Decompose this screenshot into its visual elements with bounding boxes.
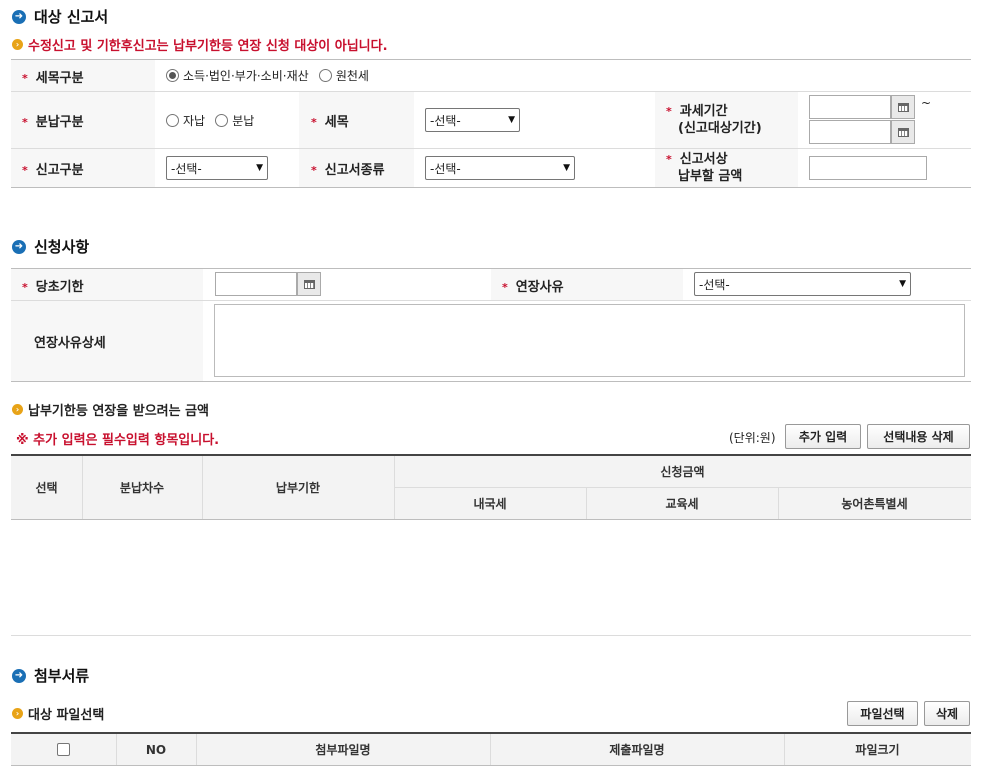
calendar-icon[interactable] bbox=[891, 95, 915, 119]
tax-item-select[interactable]: -선택- ▼ bbox=[425, 108, 520, 132]
tax-period-separator: ~ bbox=[921, 96, 932, 110]
file-grid-header-bottom bbox=[11, 765, 971, 766]
col-header-select: 선택 bbox=[35, 481, 58, 495]
table-bottom-border bbox=[11, 187, 971, 188]
calendar-icon[interactable] bbox=[891, 120, 915, 144]
chevron-circle-icon: › bbox=[12, 404, 23, 415]
arrow-circle-icon: ➜ bbox=[12, 9, 26, 24]
radio-installment[interactable] bbox=[215, 114, 229, 127]
grid-header-bottom bbox=[11, 519, 971, 520]
col-header-no: NO bbox=[145, 742, 167, 757]
report-type-label: * 신고구분 bbox=[22, 163, 84, 178]
chevron-circle-icon: › bbox=[12, 39, 23, 50]
row-divider bbox=[11, 148, 971, 149]
table-bottom-border bbox=[11, 381, 971, 382]
radio-tax-general[interactable] bbox=[166, 69, 179, 82]
tax-item-label: * 세목 bbox=[311, 115, 349, 130]
radio-self-payment[interactable] bbox=[166, 114, 179, 127]
file-select-button[interactable]: 파일선택 bbox=[847, 701, 918, 726]
file-select-subtitle: › 대상 파일선택 bbox=[12, 704, 104, 723]
extension-reason-label: * 연장사유 bbox=[502, 280, 564, 295]
report-type-select[interactable]: -선택- ▼ bbox=[166, 156, 268, 180]
reason-detail-textarea[interactable] bbox=[214, 304, 965, 377]
notice-line: › 수정신고 및 기한후신고는 납부기한등 연장 신청 대상이 아닙니다. bbox=[12, 35, 388, 54]
radio-withholding-tax[interactable] bbox=[318, 69, 332, 82]
file-delete-button[interactable]: 삭제 bbox=[924, 701, 970, 726]
section-title-target-report: ➜ 대상 신고서 bbox=[12, 6, 108, 27]
grid-bottom-border bbox=[11, 635, 971, 636]
col-header-requested-amount: 신청금액 bbox=[660, 465, 705, 479]
col-header-file-size: 파일크기 bbox=[855, 743, 900, 757]
chevron-circle-icon: › bbox=[12, 708, 23, 719]
report-kind-label: * 신고서종류 bbox=[311, 163, 385, 178]
col-header-deadline: 납부기한 bbox=[275, 481, 321, 495]
payment-type-radio-group: 자납 분납 bbox=[166, 112, 260, 129]
tax-category-radio-group: 소득·법인·부가·소비·재산 원천세 bbox=[166, 67, 375, 84]
col-header-education-tax: 교육세 bbox=[665, 497, 699, 511]
payment-type-label: * 분납구분 bbox=[22, 115, 84, 130]
amount-section-title: › 납부기한등 연장을 받으려는 금액 bbox=[12, 400, 209, 419]
add-input-button[interactable]: 추가 입력 bbox=[785, 424, 861, 449]
unit-label: (단위:원) bbox=[729, 431, 776, 445]
report-amount-label: * 신고서상 납부할 금액 bbox=[666, 152, 743, 184]
col-header-installment: 분납차수 bbox=[119, 481, 165, 495]
original-deadline-input[interactable] bbox=[215, 272, 297, 296]
col-header-rural-tax: 농어촌특별세 bbox=[841, 497, 908, 511]
report-amount-input[interactable] bbox=[809, 156, 927, 180]
select-all-checkbox[interactable] bbox=[57, 743, 70, 756]
row-divider bbox=[11, 91, 971, 92]
section-title-application: ➜ 신청사항 bbox=[12, 236, 89, 257]
required-notice: ※ 추가 입력은 필수입력 항목입니다. bbox=[16, 433, 220, 448]
original-deadline-label: * 당초기한 bbox=[22, 280, 84, 295]
tax-category-label: * 세목구분 bbox=[22, 71, 84, 86]
tax-period-start-input[interactable] bbox=[809, 95, 891, 119]
col-header-national-tax: 내국세 bbox=[473, 497, 507, 511]
reason-detail-label: 연장사유상세 bbox=[34, 336, 106, 351]
arrow-circle-icon: ➜ bbox=[12, 239, 26, 254]
col-header-submit-name: 제출파일명 bbox=[609, 743, 665, 757]
tax-period-end-input[interactable] bbox=[809, 120, 891, 144]
col-header-checkbox bbox=[11, 734, 116, 765]
arrow-circle-icon: ➜ bbox=[12, 668, 26, 683]
report-kind-select[interactable]: -선택- ▼ bbox=[425, 156, 575, 180]
section-title-attachments: ➜ 첨부서류 bbox=[12, 665, 89, 686]
tax-period-label: * 과세기간 (신고대상기간) bbox=[666, 104, 762, 136]
calendar-icon[interactable] bbox=[297, 272, 321, 296]
delete-selected-button[interactable]: 선택내용 삭제 bbox=[867, 424, 970, 449]
col-header-attach-name: 첨부파일명 bbox=[315, 743, 371, 757]
table-top-border bbox=[11, 59, 971, 60]
extension-reason-select[interactable]: -선택- ▼ bbox=[694, 272, 911, 296]
